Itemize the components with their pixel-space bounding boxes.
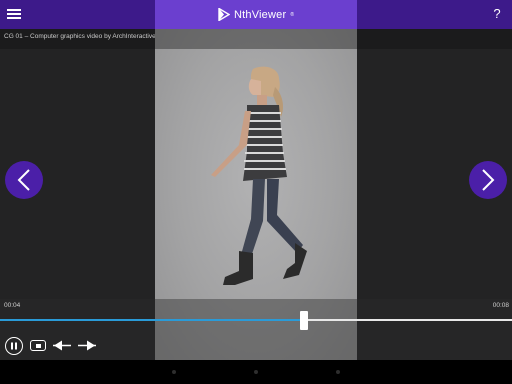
play-logo-icon <box>218 8 230 21</box>
pause-button[interactable] <box>5 337 23 355</box>
pause-icon <box>11 342 17 350</box>
seek-bar[interactable] <box>0 319 512 321</box>
seek-progress <box>0 319 304 321</box>
chevron-right-icon <box>482 169 495 191</box>
app-title: NthViewer <box>233 8 287 21</box>
walking-girl-figure <box>211 66 307 285</box>
total-time: 00:08 <box>492 302 509 309</box>
system-back-button[interactable] <box>172 370 176 374</box>
fast-forward-icon <box>78 340 96 351</box>
stop-button[interactable] <box>30 340 46 351</box>
seek-handle[interactable] <box>300 311 308 330</box>
stop-icon <box>35 343 41 348</box>
hamburger-menu-icon[interactable] <box>6 6 22 22</box>
controls-right-area <box>357 299 512 360</box>
rewind-button[interactable] <box>52 339 72 352</box>
question-mark-icon[interactable]: ? <box>491 6 503 22</box>
current-time: 00:04 <box>4 302 21 309</box>
system-home-button[interactable] <box>254 370 258 374</box>
fast-forward-button[interactable] <box>77 339 97 352</box>
chevron-left-icon <box>17 169 30 191</box>
system-navigation-bar <box>0 360 512 384</box>
next-button[interactable] <box>469 161 507 199</box>
caption-overlay <box>155 29 357 49</box>
previous-button[interactable] <box>5 161 43 199</box>
app-bar: NthViewer ® ? <box>0 0 512 29</box>
trademark-symbol: ® <box>290 11 295 18</box>
rewind-icon <box>53 340 71 351</box>
app-title-area: NthViewer ® <box>155 0 357 29</box>
system-recents-button[interactable] <box>336 370 340 374</box>
player-controls: 00:04 00:08 <box>0 299 512 360</box>
app-logo: NthViewer ® <box>218 8 294 21</box>
viewer-screen: NthViewer ® ? CG 01 – Computer graphics v… <box>0 0 512 384</box>
